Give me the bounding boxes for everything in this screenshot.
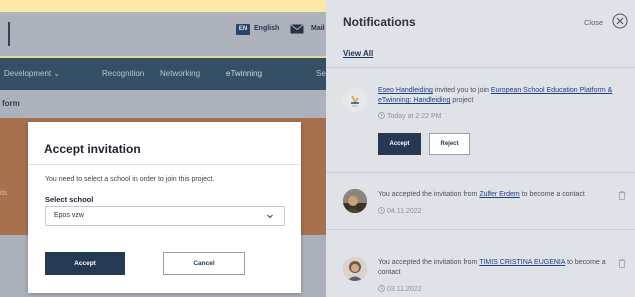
notification-time: Today at 2:22 PM xyxy=(378,112,441,120)
select-school-label: Select school xyxy=(45,195,94,204)
person-photo-icon xyxy=(343,189,367,213)
notification-time-text: 03.11.2022 xyxy=(387,286,422,293)
notification-text: You accepted the invitation from TIMIS C… xyxy=(378,258,610,278)
modal-accept-button[interactable]: Accept xyxy=(45,252,125,275)
notification-item: You accepted the invitation from Zulfer … xyxy=(326,172,635,229)
modal-message: You need to select a school in order to … xyxy=(45,176,215,183)
notification-text-end: project xyxy=(450,97,474,104)
notification-text: Eseo Handleiding invited you to join Eur… xyxy=(378,86,628,106)
avatar[interactable] xyxy=(343,257,367,281)
modal-divider xyxy=(28,164,301,165)
sender-link[interactable]: Eseo Handleiding xyxy=(378,87,433,94)
clock-icon xyxy=(378,285,385,292)
clock-icon xyxy=(378,112,385,119)
notification-time: 03.11.2022 xyxy=(378,285,422,293)
notification-reject-button[interactable]: Reject xyxy=(429,133,470,155)
notification-text-start: You accepted the invitation from xyxy=(378,191,480,198)
avatar[interactable] xyxy=(343,88,367,112)
contact-link[interactable]: Zulfer Erdem xyxy=(479,191,519,198)
contact-link[interactable]: TIMIS CRISTINA EUGENIA xyxy=(479,259,565,266)
view-all-link[interactable]: View All xyxy=(343,49,373,58)
notification-accept-button[interactable]: Accept xyxy=(378,133,421,155)
accept-invitation-modal: Accept invitation You need to select a s… xyxy=(28,122,301,293)
notification-text: You accepted the invitation from Zulfer … xyxy=(378,190,628,200)
notifications-panel: Notifications Close View All Eseo Handle… xyxy=(326,0,635,297)
notification-item: You accepted the invitation from TIMIS C… xyxy=(326,229,635,297)
trash-icon[interactable] xyxy=(618,259,626,268)
notification-text-mid: invited you to join xyxy=(432,87,491,94)
clock-icon xyxy=(378,207,385,214)
platform-logo-icon xyxy=(343,88,367,112)
background-page: EN English Mail Development ⌄ Recognitio… xyxy=(0,0,326,297)
person-photo-icon xyxy=(343,257,367,281)
school-select[interactable]: Epos vzw xyxy=(45,206,285,226)
school-select-value: Epos vzw xyxy=(54,212,84,219)
notification-text-start: You accepted the invitation from xyxy=(378,259,480,266)
notification-time: 04.11.2022 xyxy=(378,207,422,215)
trash-icon[interactable] xyxy=(618,191,626,200)
close-icon[interactable] xyxy=(612,13,628,29)
avatar[interactable] xyxy=(343,189,367,213)
notification-text-end: to become a contact xyxy=(519,191,585,198)
notification-item: Eseo Handleiding invited you to join Eur… xyxy=(326,67,635,172)
modal-title: Accept invitation xyxy=(44,142,141,156)
chevron-down-icon xyxy=(267,214,273,219)
notification-time-text: 04.11.2022 xyxy=(387,208,422,215)
modal-cancel-button[interactable]: Cancel xyxy=(163,252,245,275)
panel-title: Notifications xyxy=(343,15,416,29)
notification-time-text: Today at 2:22 PM xyxy=(387,113,442,120)
close-label[interactable]: Close xyxy=(584,18,603,27)
